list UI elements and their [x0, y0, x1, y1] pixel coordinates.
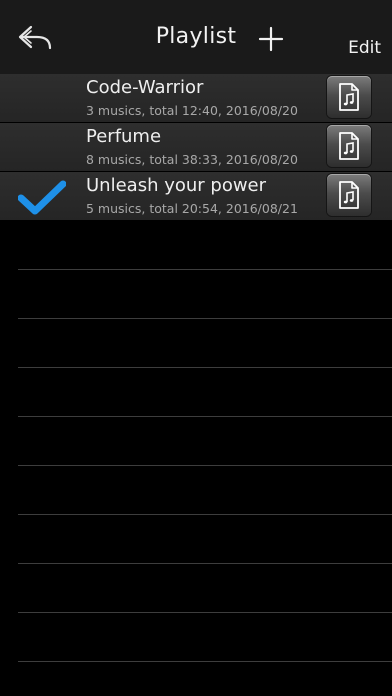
empty-row-divider	[18, 466, 392, 515]
empty-list-area	[0, 221, 392, 662]
music-file-icon	[339, 132, 359, 160]
playlist-detail-button[interactable]	[327, 125, 371, 167]
playlist-meta: 3 musics, total 12:40, 2016/08/20	[86, 103, 298, 118]
playlist-row[interactable]: Unleash your power 5 musics, total 20:54…	[0, 172, 392, 220]
empty-row-divider	[18, 417, 392, 466]
add-playlist-button[interactable]	[258, 26, 284, 52]
playlist-name: Unleash your power	[86, 175, 267, 196]
page-title: Playlist	[155, 24, 237, 49]
empty-row-divider	[18, 221, 392, 270]
playlist-row[interactable]: Code-Warrior 3 musics, total 12:40, 2016…	[0, 74, 392, 122]
header-bar: Playlist Edit	[0, 0, 392, 74]
music-file-icon	[339, 181, 359, 209]
playlist-detail-button[interactable]	[327, 174, 371, 216]
playlist-meta: 8 musics, total 38:33, 2016/08/20	[86, 152, 298, 167]
empty-row-divider	[18, 564, 392, 613]
empty-row-divider	[18, 613, 392, 662]
plus-icon	[258, 26, 284, 52]
edit-button[interactable]: Edit	[348, 38, 381, 58]
playlist-detail-button[interactable]	[327, 76, 371, 118]
music-file-icon	[339, 83, 359, 111]
empty-row-divider	[18, 515, 392, 564]
empty-row-divider	[18, 368, 392, 417]
empty-row-divider	[18, 270, 392, 319]
playlist-name: Code-Warrior	[86, 77, 204, 98]
playlist-list: Code-Warrior 3 musics, total 12:40, 2016…	[0, 74, 392, 221]
checkmark-icon	[18, 180, 66, 215]
playlist-name: Perfume	[86, 126, 162, 147]
playlist-row[interactable]: Perfume 8 musics, total 38:33, 2016/08/2…	[0, 123, 392, 171]
playlist-meta: 5 musics, total 20:54, 2016/08/21	[86, 201, 298, 216]
empty-row-divider	[18, 319, 392, 368]
